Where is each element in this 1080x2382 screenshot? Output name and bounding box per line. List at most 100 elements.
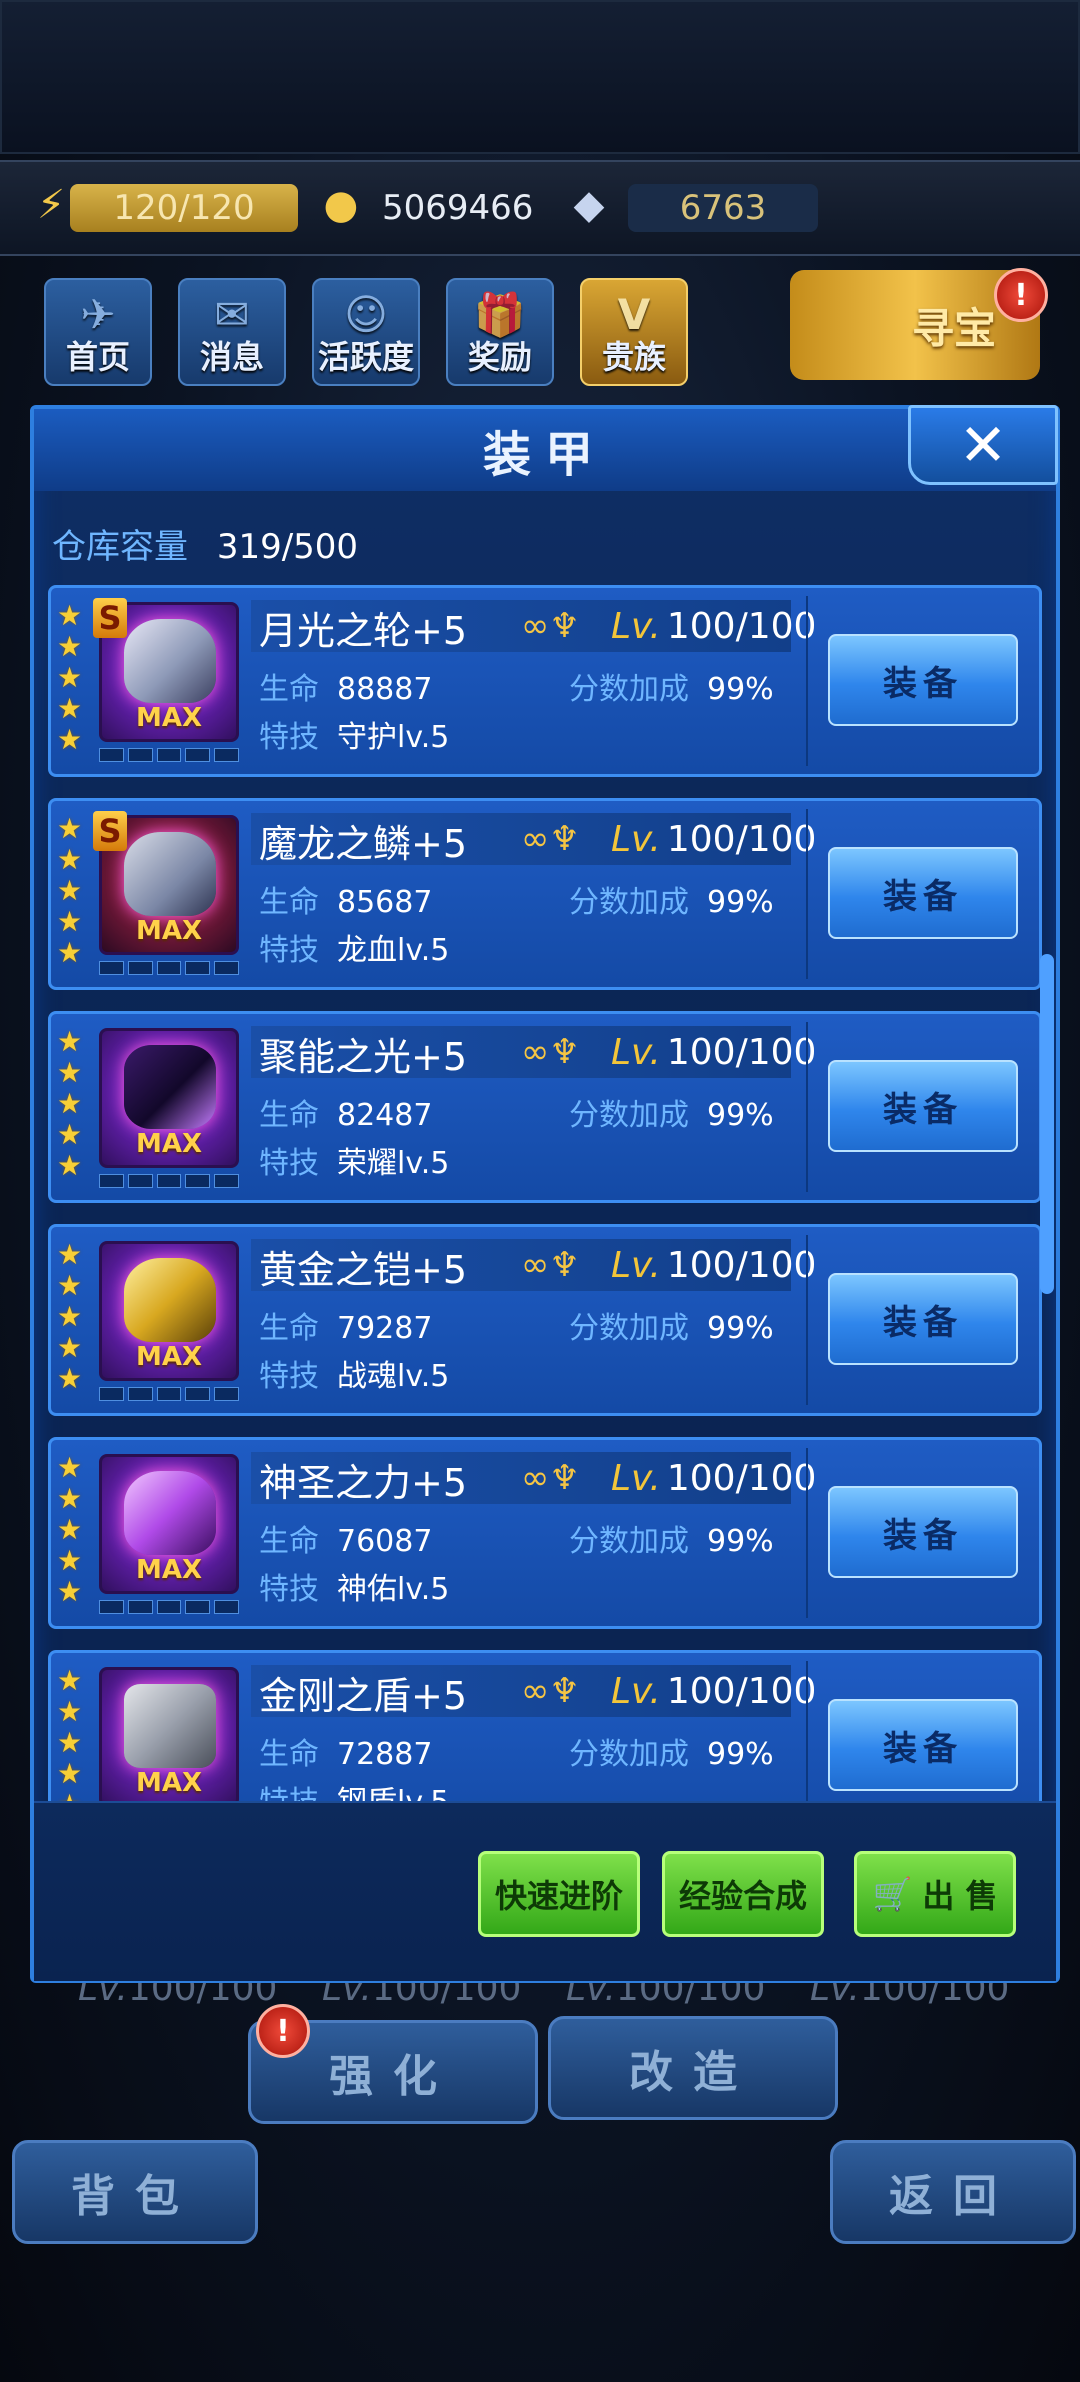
equip-button[interactable]: 装备 — [828, 634, 1018, 726]
equip-button[interactable]: 装备 — [828, 1060, 1018, 1152]
link-wings-icon: ∞♆ — [521, 1032, 580, 1072]
star-icon: ★ — [57, 1575, 83, 1608]
armor-hp: 生命 85687 — [259, 885, 433, 920]
star-icon: ★ — [57, 1789, 87, 1801]
gem-slots — [99, 1174, 239, 1188]
armor-portrait[interactable]: MAX — [99, 1028, 239, 1168]
storage-capacity: 仓库容量 319/500 — [52, 519, 358, 568]
star-icon: ★ — [57, 812, 83, 845]
grade-badge: S — [93, 811, 127, 851]
equip-button[interactable]: 装备 — [828, 847, 1018, 939]
max-label: MAX — [135, 1555, 203, 1585]
armor-score-bonus: 分数加成 99% — [569, 1311, 774, 1346]
star-icon: ★ — [57, 1087, 83, 1120]
gold-value: 5069466 — [382, 188, 534, 228]
link-wings-icon: ∞♆ — [521, 1671, 580, 1711]
equip-button[interactable]: 装备 — [828, 1486, 1018, 1578]
resource-bar: ⚡ 120/120 ● 5069466 ◆ 6763 — [0, 160, 1080, 256]
nav-home-button[interactable]: ✈ 首页 — [44, 278, 152, 386]
armor-item[interactable]: MAX ★ ★ ★ ★ ★ 黄金之铠+5 ∞♆ Lv. 100/100 生命 79287 分… — [48, 1224, 1042, 1416]
armor-item[interactable]: MAX S ★ ★ ★ ★ ★ 月光之轮+5 ∞♆ Lv. 100/100 生命 88887… — [48, 585, 1042, 777]
gem-slots — [99, 748, 239, 762]
equip-button[interactable]: 装备 — [828, 1699, 1018, 1791]
grade-badge: S — [93, 598, 127, 638]
divider — [806, 1235, 808, 1405]
armor-item[interactable]: MAX ★ ★ ★ ★ ★ 神圣之力+5 ∞♆ Lv. 100/100 生命 76087 分… — [48, 1437, 1042, 1629]
list-scrollbar[interactable] — [1040, 954, 1054, 1294]
armor-dialog: 装甲 ✕ 仓库容量 319/500 MAX S ★ ★ ★ ★ ★ 月光之轮+5 ∞♆ … — [30, 405, 1060, 1983]
armor-item[interactable]: MAX ★★★★★ 金刚之盾+5 ∞♆ Lv.100/100 生命72887 分… — [48, 1650, 1042, 1801]
star-icon: ★ — [57, 1331, 83, 1364]
star-icon: ★ — [57, 1362, 83, 1395]
armor-score-bonus: 分数加成 99% — [569, 672, 774, 707]
armor-skill: 特技 守护lv.5 — [259, 720, 450, 755]
armor-level: Lv. 100/100 — [611, 1032, 817, 1073]
quick-advance-button[interactable]: 快速进阶 — [478, 1851, 640, 1937]
armor-name: 月光之轮+5 — [259, 609, 468, 653]
armor-portrait[interactable]: MAX — [99, 1667, 239, 1801]
armor-portrait[interactable]: MAX — [99, 1454, 239, 1594]
capacity-label: 仓库容量 — [52, 527, 188, 567]
bag-button[interactable]: 背包 — [12, 2140, 258, 2244]
nav-rewards-button[interactable]: 🎁 奖励 — [446, 278, 554, 386]
armor-art — [124, 832, 216, 916]
armor-skill: 特技 神佑lv.5 — [259, 1572, 450, 1607]
nav-messages-button[interactable]: ✉ 消息 — [178, 278, 286, 386]
star-icon: ★ — [57, 1664, 83, 1697]
nav-activity-button[interactable]: ☺ 活跃度 — [312, 278, 420, 386]
armor-name: 魔龙之鳞+5 — [259, 822, 468, 866]
link-wings-icon: ∞♆ — [521, 819, 580, 859]
background-frame — [0, 0, 1080, 154]
armor-hp: 生命 76087 — [259, 1524, 433, 1559]
armor-item[interactable]: MAX S ★ ★ ★ ★ ★ 魔龙之鳞+5 ∞♆ Lv. 100/100 生命 85687… — [48, 798, 1042, 990]
strengthen-alert-badge: ! — [256, 2004, 310, 2058]
armor-art — [124, 1258, 216, 1342]
armor-hp: 生命 79287 — [259, 1311, 433, 1346]
star-icon: ★ — [57, 843, 83, 876]
energy-value: 120/120 — [70, 184, 298, 232]
gem-slots — [99, 961, 239, 975]
armor-list[interactable]: MAX S ★ ★ ★ ★ ★ 月光之轮+5 ∞♆ Lv. 100/100 生命 88887… — [48, 585, 1042, 1801]
armor-score-bonus: 分数加成 99% — [569, 885, 774, 920]
star-rating: ★★★★★ — [57, 1452, 87, 1607]
star-icon: ★ — [57, 692, 83, 725]
smile-icon: ☺ — [344, 290, 388, 339]
armor-hp: 生命 82487 — [259, 1098, 433, 1133]
armor-art — [124, 1684, 216, 1768]
home-icon: ✈ — [80, 290, 116, 339]
close-button[interactable]: ✕ — [908, 405, 1058, 485]
armor-level: Lv. 100/100 — [611, 1458, 817, 1499]
max-label: MAX — [135, 703, 203, 733]
star-rating: ★★★★★ — [57, 1026, 87, 1181]
star-icon: ★ — [57, 723, 83, 756]
star-icon: ★ — [57, 874, 83, 907]
armor-name: 聚能之光+5 — [259, 1035, 468, 1079]
armor-skill: 特技钢盾lv.5 — [259, 1777, 449, 1801]
modify-button[interactable]: 改造 — [548, 2016, 838, 2120]
link-wings-icon: ∞♆ — [521, 606, 580, 646]
star-rating: ★★★★★ — [57, 813, 87, 968]
armor-level: Lv. 100/100 — [611, 606, 817, 647]
armor-skill: 特技 战魂lv.5 — [259, 1359, 450, 1394]
star-icon: ★ — [57, 630, 83, 663]
armor-skill: 特技 荣耀lv.5 — [259, 1146, 450, 1181]
max-label: MAX — [135, 916, 203, 946]
star-icon: ★ — [57, 936, 83, 969]
armor-level: Lv. 100/100 — [611, 819, 817, 860]
max-label: MAX — [135, 1342, 203, 1372]
star-icon: ★ — [57, 1451, 83, 1484]
armor-name: 金刚之盾+5 — [259, 1674, 468, 1718]
dialog-action-bar: 快速进阶 经验合成 🛒 出 售 — [34, 1801, 1056, 1981]
exp-merge-button[interactable]: 经验合成 — [662, 1851, 824, 1937]
star-rating: ★★★★★ — [57, 1239, 87, 1394]
dialog-title: 装甲 — [34, 409, 1056, 491]
armor-item[interactable]: MAX ★ ★ ★ ★ ★ 聚能之光+5 ∞♆ Lv. 100/100 生命 82487 分… — [48, 1011, 1042, 1203]
sell-button[interactable]: 🛒 出 售 — [854, 1851, 1016, 1937]
back-button[interactable]: 返回 — [830, 2140, 1076, 2244]
star-icon: ★ — [57, 1513, 83, 1546]
armor-portrait[interactable]: MAX — [99, 1241, 239, 1381]
star-icon: ★ — [57, 1269, 83, 1302]
star-icon: ★ — [57, 599, 83, 632]
equip-button[interactable]: 装备 — [828, 1273, 1018, 1365]
nav-vip-button[interactable]: V 贵族 — [580, 278, 688, 386]
